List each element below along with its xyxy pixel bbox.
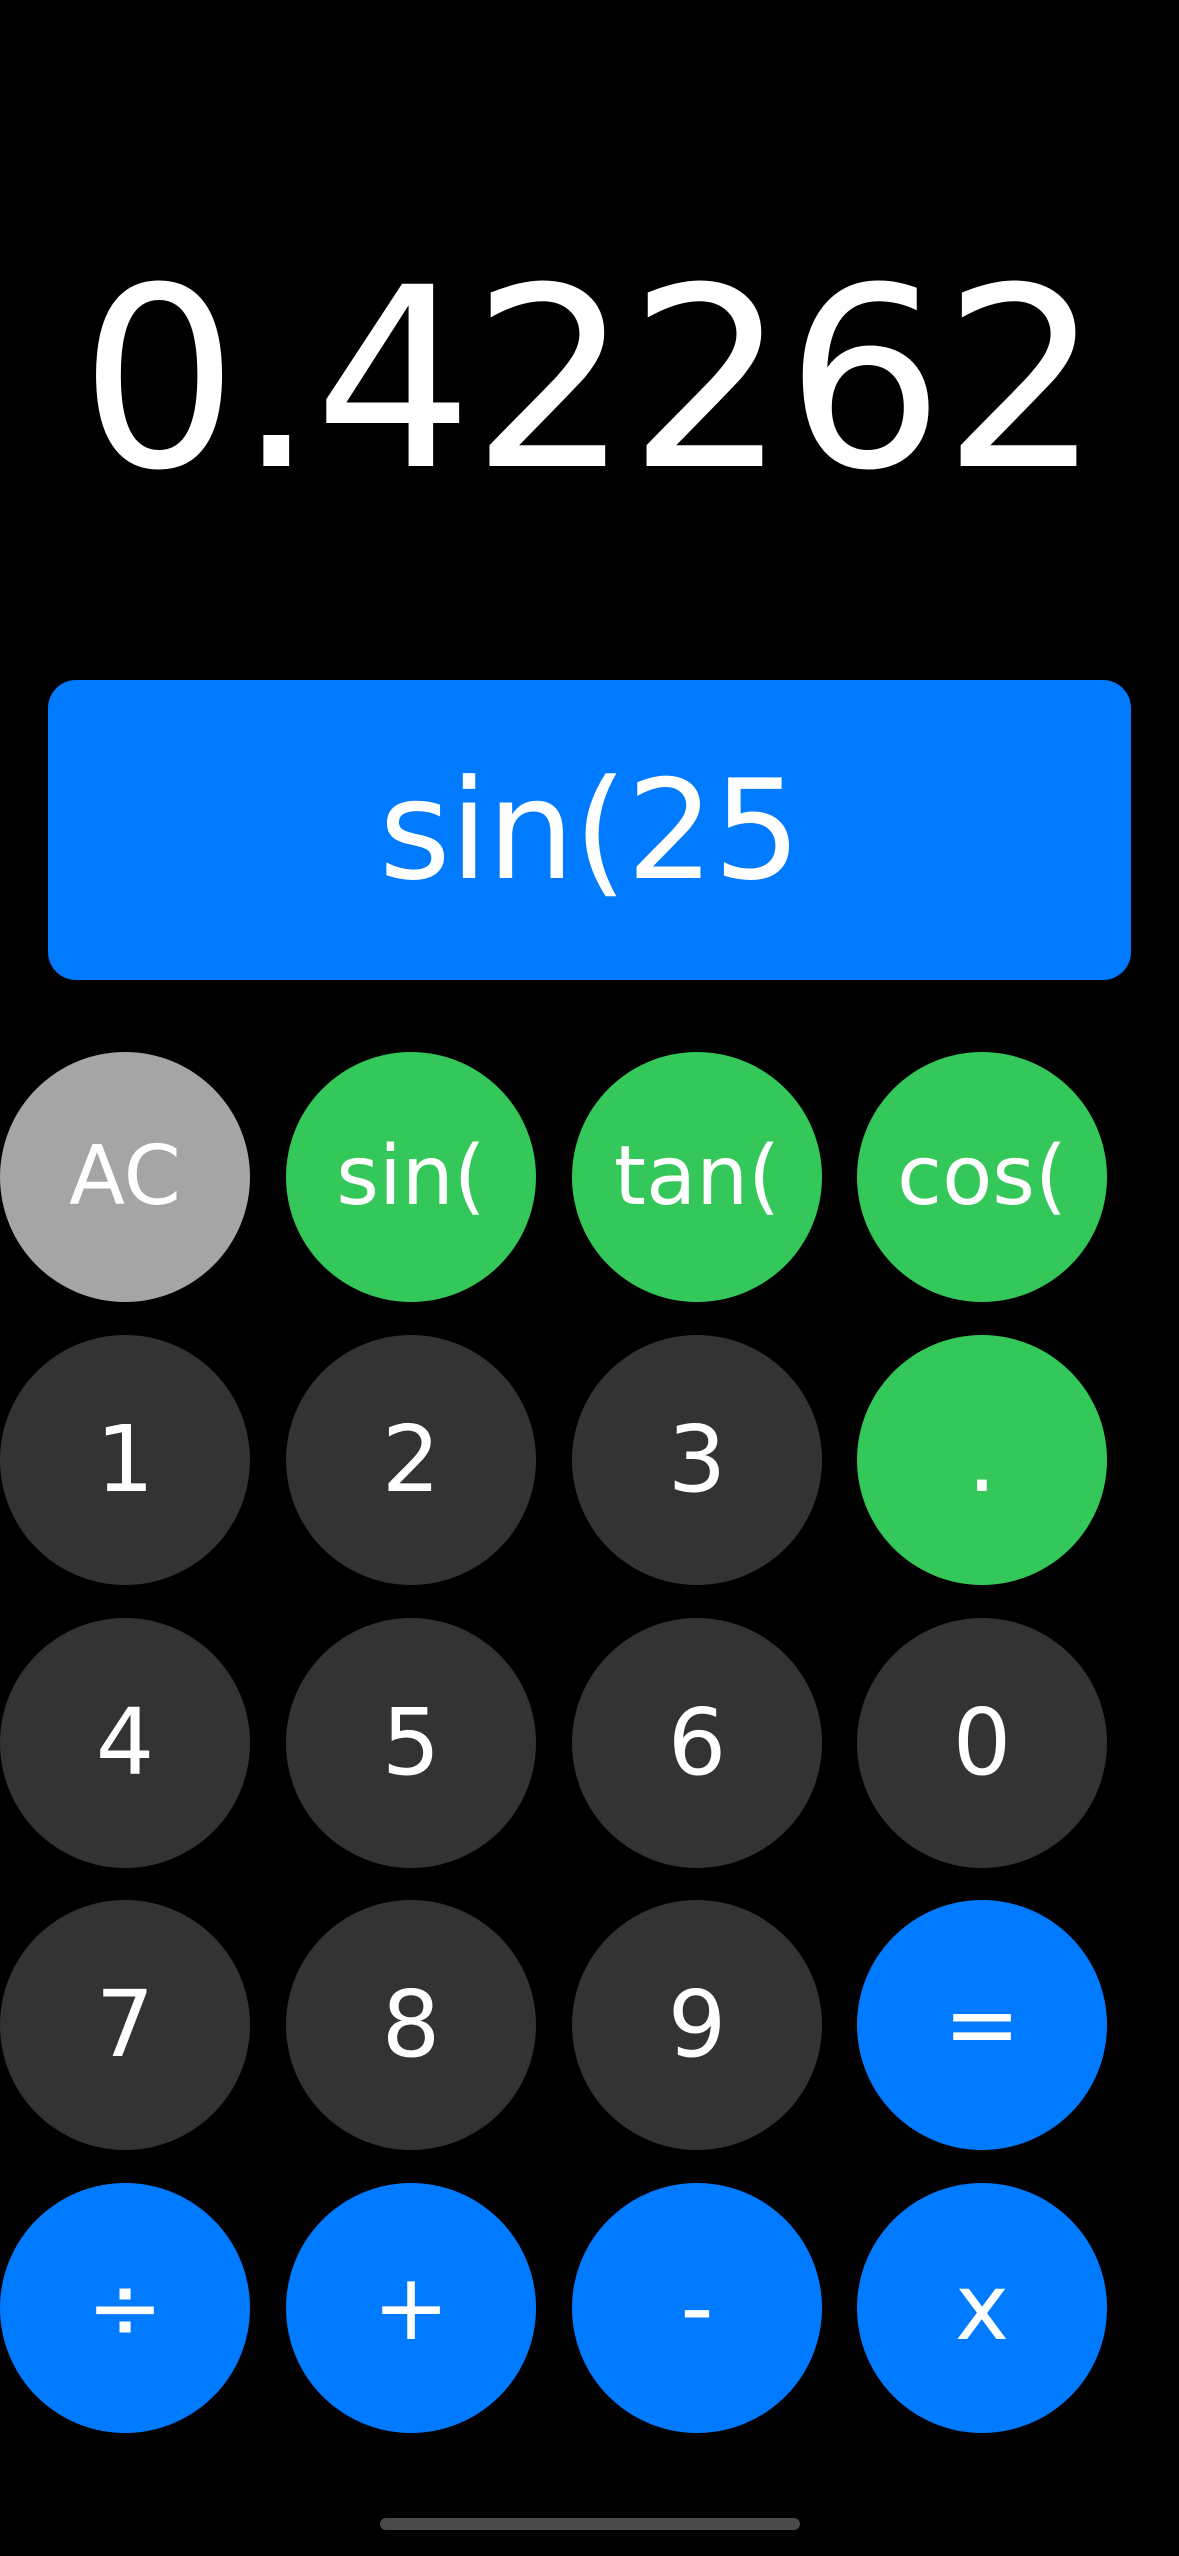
digit-9-button[interactable]: 9 bbox=[572, 1900, 822, 2150]
digit-5-button[interactable]: 5 bbox=[286, 1618, 536, 1868]
multiply-button[interactable]: x bbox=[857, 2183, 1107, 2433]
plus-button[interactable]: + bbox=[286, 2183, 536, 2433]
clear-button[interactable]: AC bbox=[0, 1052, 250, 1302]
sin-button[interactable]: sin( bbox=[286, 1052, 536, 1302]
equals-button[interactable]: = bbox=[857, 1900, 1107, 2150]
decimal-point-button[interactable]: . bbox=[857, 1335, 1107, 1585]
tan-button[interactable]: tan( bbox=[572, 1052, 822, 1302]
digit-1-button[interactable]: 1 bbox=[0, 1335, 250, 1585]
digit-3-button[interactable]: 3 bbox=[572, 1335, 822, 1585]
expression-display: sin(25 bbox=[48, 680, 1131, 980]
divide-button[interactable]: ÷ bbox=[0, 2183, 250, 2433]
digit-0-button[interactable]: 0 bbox=[857, 1618, 1107, 1868]
digit-2-button[interactable]: 2 bbox=[286, 1335, 536, 1585]
digit-6-button[interactable]: 6 bbox=[572, 1618, 822, 1868]
digit-4-button[interactable]: 4 bbox=[0, 1618, 250, 1868]
digit-7-button[interactable]: 7 bbox=[0, 1900, 250, 2150]
home-indicator[interactable] bbox=[380, 2518, 800, 2530]
result-display: 0.42262 bbox=[79, 234, 1102, 525]
minus-button[interactable]: - bbox=[572, 2183, 822, 2433]
digit-8-button[interactable]: 8 bbox=[286, 1900, 536, 2150]
cos-button[interactable]: cos( bbox=[857, 1052, 1107, 1302]
